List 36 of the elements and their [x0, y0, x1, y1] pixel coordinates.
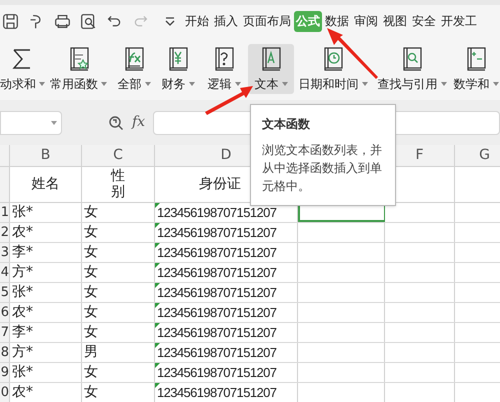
table-cell-text: 张* — [12, 363, 33, 382]
table-cell-text: 李* — [12, 323, 33, 342]
table-cell-text: 女 — [84, 363, 98, 382]
table-cell-text: 123456198707151207 — [157, 204, 276, 222]
table-cell-text: 张* — [12, 283, 33, 302]
table-cell-text: 农* — [12, 303, 33, 322]
table-cell-text: 女 — [84, 303, 98, 322]
table-cell-text: 女 — [84, 263, 98, 282]
table-cell-text: 123456198707151207 — [157, 244, 276, 262]
table-cell-text: 农* — [12, 383, 33, 402]
tooltip-text: 浏览文本函数列表，并从中选择函数插入到单元格中。 — [262, 142, 383, 195]
table-cell: 性别 — [111, 169, 125, 200]
table-cell-text: 123456198707151207 — [157, 304, 276, 322]
table-cell-text: 女 — [84, 243, 98, 262]
table-cell-text: 女 — [84, 203, 98, 222]
fx-label: fx — [132, 113, 146, 132]
table-cell-text: 女 — [84, 283, 98, 302]
table-cell-text: 女 — [84, 223, 98, 242]
table-cell-text: 农* — [12, 223, 33, 242]
table-cell-text: 123456198707151207 — [157, 384, 276, 402]
table-cell-text: 张* — [12, 203, 33, 222]
table-cell-text: 男 — [84, 343, 98, 362]
table-cell-text: 方* — [12, 343, 33, 362]
table-cell-text: 女 — [84, 383, 98, 402]
table-cell-text: 123456198707151207 — [157, 284, 276, 302]
table-cell-text: 李* — [12, 243, 33, 262]
table-cell-text: 身份证 — [199, 175, 241, 194]
table-cell-text: 123456198707151207 — [157, 224, 276, 242]
tooltip-title: 文本函数 — [262, 116, 311, 133]
table-cell-text: 女 — [84, 323, 98, 342]
table-cell-text: 123456198707151207 — [157, 264, 276, 282]
table-cell-text: 123456198707151207 — [157, 364, 276, 382]
table-cell-text: 姓名 — [32, 175, 60, 194]
table-cell-text: 123456198707151207 — [157, 344, 276, 362]
table-cell-text: 方* — [12, 263, 33, 282]
table-cell-text: 123456198707151207 — [157, 324, 276, 342]
